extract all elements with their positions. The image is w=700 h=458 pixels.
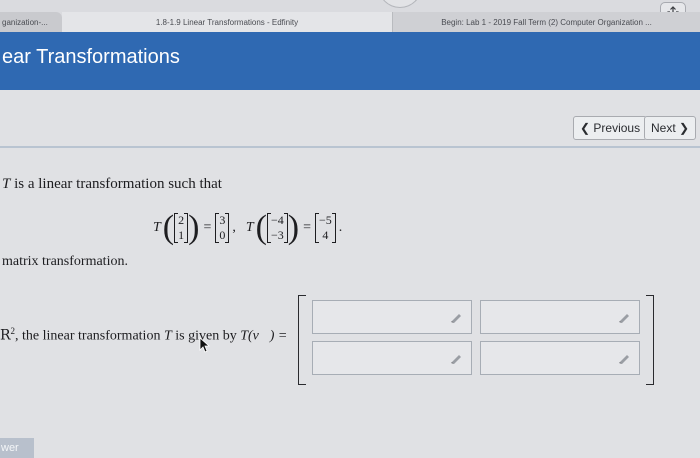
pencil-icon [619, 355, 629, 364]
line3-text: , the linear transformation [15, 328, 164, 344]
given-equations: T ( 2 1 ) = 3 0 , T ( −4 −3 ) = −5 4 . [153, 209, 343, 246]
next-button[interactable]: Next ❯ [644, 116, 697, 140]
eq2-input-top: −4 [270, 213, 284, 227]
eq1-input-vector: 2 1 [174, 213, 189, 243]
cursor-icon [199, 337, 211, 353]
line3-T: T [163, 328, 172, 344]
intro-text: is a linear transformation such that [10, 176, 222, 192]
matrix-cell-2-2[interactable] [480, 341, 640, 375]
eq1-output-vector: 3 0 [215, 213, 230, 243]
problem-line3: R2, the linear transformation T is given… [0, 326, 287, 345]
tab-lab1[interactable]: Begin: Lab 1 - 2019 Fall Term (2) Comput… [392, 12, 700, 34]
page-title: ear Transformations [2, 46, 180, 68]
chevron-right-icon: ❯ [679, 121, 690, 135]
eq2-input-vector: −4 −3 [266, 213, 288, 243]
eq1-input-top: 2 [178, 213, 185, 227]
eq2-input-bottom: −3 [270, 228, 284, 242]
matrix-cell-2-1[interactable] [312, 341, 472, 375]
divider [0, 146, 700, 148]
eq1-fn: T [153, 220, 161, 235]
answer-button[interactable]: wer [0, 438, 34, 458]
reload-button[interactable] [378, 0, 422, 8]
tab-organization[interactable]: ganization-... [0, 12, 62, 34]
line3-Tv: T(v⃗) = [240, 328, 288, 344]
eq1-equals: = [203, 220, 212, 235]
tab-edfinity[interactable]: 1.8-1.9 Linear Transformations - Edfinit… [62, 12, 392, 34]
eq1-output-bottom: 0 [219, 228, 226, 242]
previous-label: Previous [593, 121, 641, 135]
matrix-cell-1-2[interactable] [480, 300, 640, 334]
matrix-cell-1-1[interactable] [312, 300, 472, 334]
pencil-icon [451, 314, 461, 323]
matrix-right-bracket [646, 295, 654, 385]
matrix-left-bracket [298, 295, 306, 385]
pencil-icon [619, 314, 629, 323]
space-symbol: R [0, 327, 11, 344]
eq-separator: , [232, 220, 236, 235]
browser-chrome: ganization-... 1.8-1.9 Linear Transforma… [0, 0, 700, 34]
eq-end-punct: . [338, 220, 343, 235]
eq2-output-vector: −5 4 [315, 213, 336, 243]
previous-button[interactable]: ❮ Previous [573, 116, 648, 140]
tab-bar: ganization-... 1.8-1.9 Linear Transforma… [0, 12, 700, 34]
eq2-equals: = [303, 220, 311, 235]
pencil-icon [451, 355, 461, 364]
page-header: ear Transformations [0, 32, 700, 90]
next-label: Next [651, 121, 676, 135]
eq2-output-bottom: 4 [322, 228, 329, 242]
eq1-output-top: 3 [219, 213, 226, 227]
eq2-output-top: −5 [319, 213, 332, 227]
chevron-left-icon: ❮ [580, 121, 591, 135]
eq2-fn: T [245, 220, 254, 235]
eq1-input-bottom: 1 [178, 228, 185, 242]
problem-intro: T is a linear transformation such that [2, 176, 222, 193]
problem-line2: matrix transformation. [2, 254, 128, 269]
answer-matrix [298, 295, 654, 385]
problem-area: ❮ Previous Next ❯ T is a linear transfor… [0, 90, 700, 458]
